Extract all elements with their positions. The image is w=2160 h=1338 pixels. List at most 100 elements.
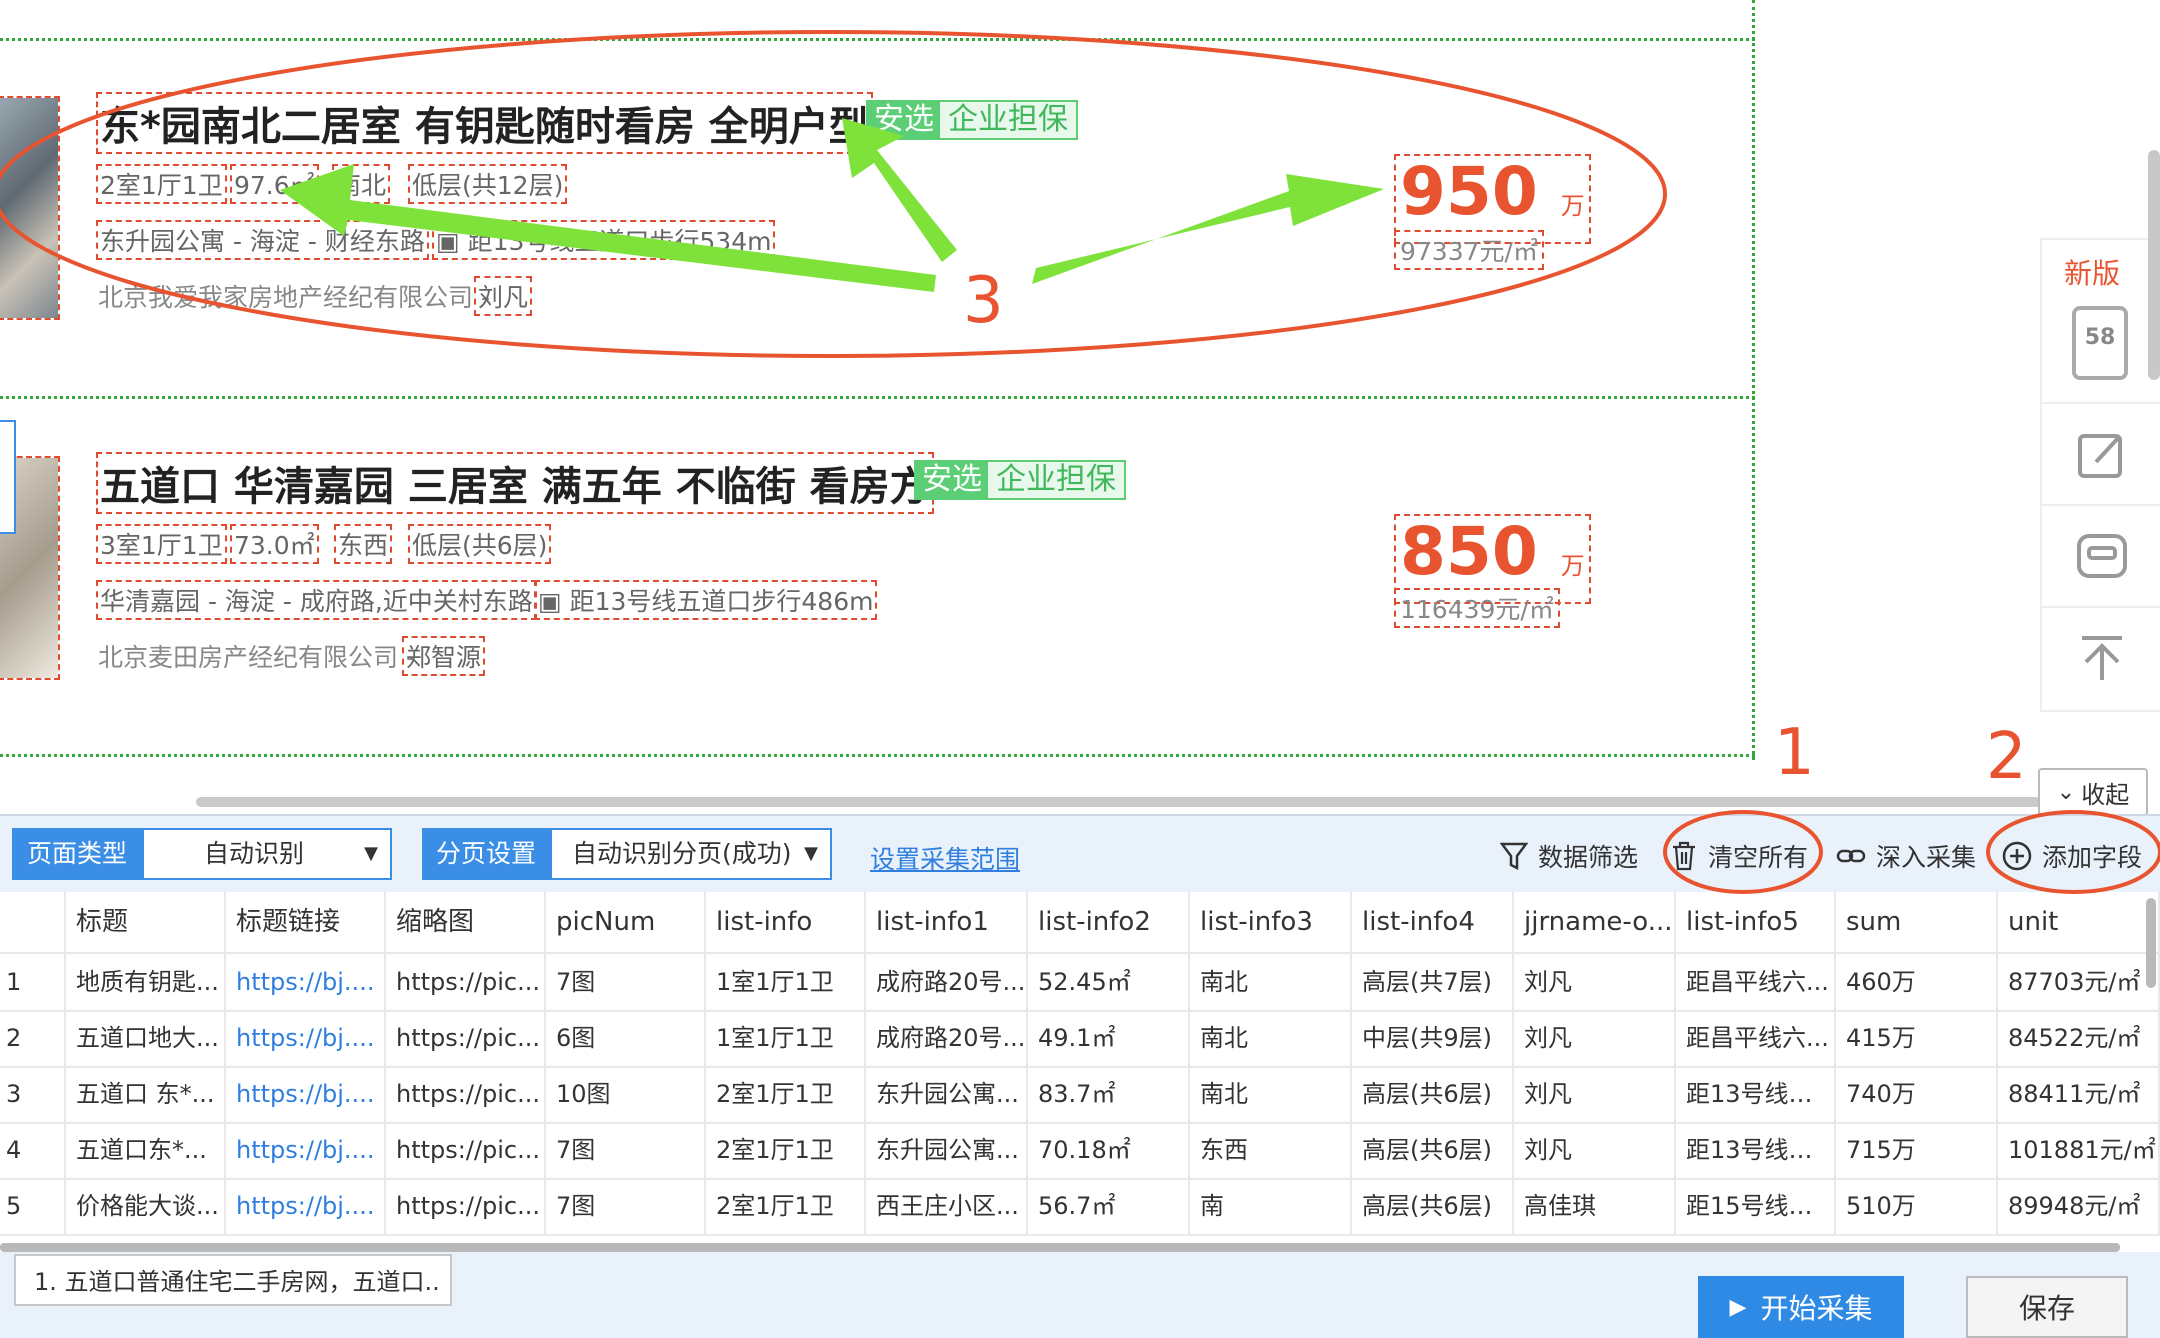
- table-cell[interactable]: https://bj....: [226, 1010, 386, 1066]
- unit-price: 97337元/㎡: [1394, 230, 1544, 270]
- badge-58: 58: [2084, 325, 2116, 350]
- column-header[interactable]: 标题链接: [226, 892, 386, 952]
- guarantee-tag: 企业担保: [938, 100, 1078, 140]
- table-cell: 东西: [1190, 1122, 1352, 1178]
- table-row[interactable]: 5 价格能大谈... https://bj.... https://pic... 7图 2…: [0, 1178, 2160, 1236]
- data-filter-button[interactable]: 数据筛选: [1500, 838, 1638, 874]
- listing-title[interactable]: 五道口 华清嘉园 三居室 满五年 不临街 看房方: [96, 452, 934, 514]
- table-cell: 83.7㎡: [1028, 1066, 1190, 1122]
- table-cell: 南北: [1190, 1010, 1352, 1066]
- subway-icon: ▣: [436, 227, 468, 256]
- clear-all-button[interactable]: 清空所有: [1670, 838, 1808, 874]
- table-cell: 中层(共9层): [1352, 1010, 1514, 1066]
- agent-name[interactable]: 刘凡: [473, 276, 533, 316]
- annotation-number-1: 1: [1774, 716, 1815, 790]
- table-cell: 成府路20号...: [866, 1010, 1028, 1066]
- table-vertical-scrollbar[interactable]: [2146, 898, 2156, 988]
- price-value: 950: [1400, 153, 1538, 230]
- add-field-button[interactable]: 添加字段: [2002, 838, 2142, 874]
- start-collect-button[interactable]: ▶ 开始采集: [1698, 1276, 1904, 1338]
- listing-separator: [0, 38, 1755, 41]
- service-button[interactable]: [2042, 504, 2160, 606]
- new-version-label[interactable]: 新版: [2064, 252, 2120, 292]
- deep-collect-button[interactable]: 深入采集: [1836, 838, 1976, 874]
- table-cell: 地质有钥匙...: [66, 954, 226, 1010]
- orientation-info: 南北: [331, 164, 391, 204]
- feedback-button[interactable]: [2042, 402, 2160, 504]
- annotation-arrow-price: [1032, 174, 1384, 284]
- table-row[interactable]: 4 五道口东*... https://bj.... https://pic... 7图 2…: [0, 1122, 2160, 1180]
- phone-58-icon[interactable]: 58: [2072, 306, 2128, 380]
- community-link[interactable]: 东升园公寓 - 海淀 - 财经东路: [96, 220, 429, 260]
- table-cell: 84522元/㎡: [1998, 1010, 2160, 1066]
- subway-icon: ▣: [538, 587, 570, 616]
- area-info: 73.0㎡: [230, 524, 319, 564]
- edit-icon: [2078, 434, 2122, 478]
- row-index: 5: [0, 1178, 66, 1234]
- table-cell: 价格能大谈...: [66, 1178, 226, 1234]
- column-header[interactable]: list-info4: [1352, 892, 1514, 952]
- floating-toolbar: 新版 58: [2040, 238, 2160, 712]
- listing-title[interactable]: 东*园南北二居室 有钥匙随时看房 全明户型: [96, 92, 873, 154]
- column-header[interactable]: picNum: [546, 892, 706, 952]
- table-cell[interactable]: https://bj....: [226, 1178, 386, 1234]
- paging-select[interactable]: 自动识别分页(成功) ▼: [550, 828, 832, 880]
- set-scope-link[interactable]: 设置采集范围: [870, 840, 1020, 876]
- page-horizontal-scrollbar[interactable]: [196, 797, 2042, 807]
- floor-info: 低层(共12层): [407, 164, 568, 204]
- table-cell: 70.18㎡: [1028, 1122, 1190, 1178]
- table-cell[interactable]: https://bj....: [226, 954, 386, 1010]
- page-type-select[interactable]: 自动识别 ▼: [142, 828, 392, 880]
- table-cell: 7图: [546, 1178, 706, 1234]
- column-header[interactable]: unit: [1998, 892, 2160, 952]
- table-cell: 88411元/㎡: [1998, 1066, 2160, 1122]
- table-cell: 56.7㎡: [1028, 1178, 1190, 1234]
- column-header[interactable]: list-info3: [1190, 892, 1352, 952]
- back-to-top-button[interactable]: [2042, 606, 2160, 708]
- table-cell: 刘凡: [1514, 1122, 1676, 1178]
- table-row[interactable]: 1 地质有钥匙... https://bj.... https://pic... 7图 1…: [0, 954, 2160, 1012]
- paging-value: 自动识别分页(成功): [572, 839, 792, 868]
- column-header[interactable]: list-info: [706, 892, 866, 952]
- table-cell: 距15号线清...: [1676, 1178, 1836, 1234]
- table-row[interactable]: 3 五道口 东*... https://bj.... https://pic... 10…: [0, 1066, 2160, 1124]
- agent-name[interactable]: 郑智源: [401, 636, 486, 676]
- table-cell: 刘凡: [1514, 954, 1676, 1010]
- table-cell: 高层(共7层): [1352, 954, 1514, 1010]
- guarantee-tag: 企业担保: [986, 460, 1126, 500]
- table-cell: 715万: [1836, 1122, 1998, 1178]
- total-price: 950 万: [1394, 153, 1591, 244]
- row-index: 3: [0, 1066, 66, 1122]
- link-icon: [1836, 849, 1866, 863]
- column-header[interactable]: list-info5: [1676, 892, 1836, 952]
- column-header[interactable]: 标题: [66, 892, 226, 952]
- table-cell[interactable]: https://bj....: [226, 1122, 386, 1178]
- left-edge-widget[interactable]: [0, 420, 16, 534]
- column-header[interactable]: list-info1: [866, 892, 1028, 952]
- layout-info: 3室1厅1卫: [96, 524, 227, 564]
- listing-thumbnail[interactable]: [0, 96, 60, 320]
- agency-name: 北京麦田房产经纪有限公司 -: [98, 643, 415, 672]
- page-scrollbar[interactable]: [2148, 150, 2160, 380]
- column-header[interactable]: sum: [1836, 892, 1998, 952]
- column-header[interactable]: list-info2: [1028, 892, 1190, 952]
- column-header[interactable]: [0, 892, 66, 952]
- table-row[interactable]: 2 五道口地大... https://bj.... https://pic... 6图 1…: [0, 1010, 2160, 1068]
- collapse-button[interactable]: ⌄ 收起: [2038, 768, 2148, 816]
- column-header[interactable]: 缩略图: [386, 892, 546, 952]
- table-cell: 刘凡: [1514, 1066, 1676, 1122]
- save-button[interactable]: 保存: [1966, 1276, 2128, 1338]
- community-link[interactable]: 华清嘉园 - 海淀 - 成府路,近中关村东路: [96, 580, 537, 620]
- column-header[interactable]: jjrname-o...: [1514, 892, 1676, 952]
- table-cell: 740万: [1836, 1066, 1998, 1122]
- table-cell[interactable]: https://bj....: [226, 1066, 386, 1122]
- table-cell: 415万: [1836, 1010, 1998, 1066]
- table-cell: 五道口东*...: [66, 1122, 226, 1178]
- table-cell: 距13号线五...: [1676, 1066, 1836, 1122]
- table-scrollbar[interactable]: [0, 1243, 2120, 1252]
- table-cell: https://pic...: [386, 1122, 546, 1178]
- table-cell: 距昌平线六...: [1676, 954, 1836, 1010]
- page-type-label: 页面类型: [12, 828, 142, 880]
- table-cell: 49.1㎡: [1028, 1010, 1190, 1066]
- url-tab[interactable]: 1. 五道口普通住宅二手房网，五道口..: [14, 1254, 452, 1306]
